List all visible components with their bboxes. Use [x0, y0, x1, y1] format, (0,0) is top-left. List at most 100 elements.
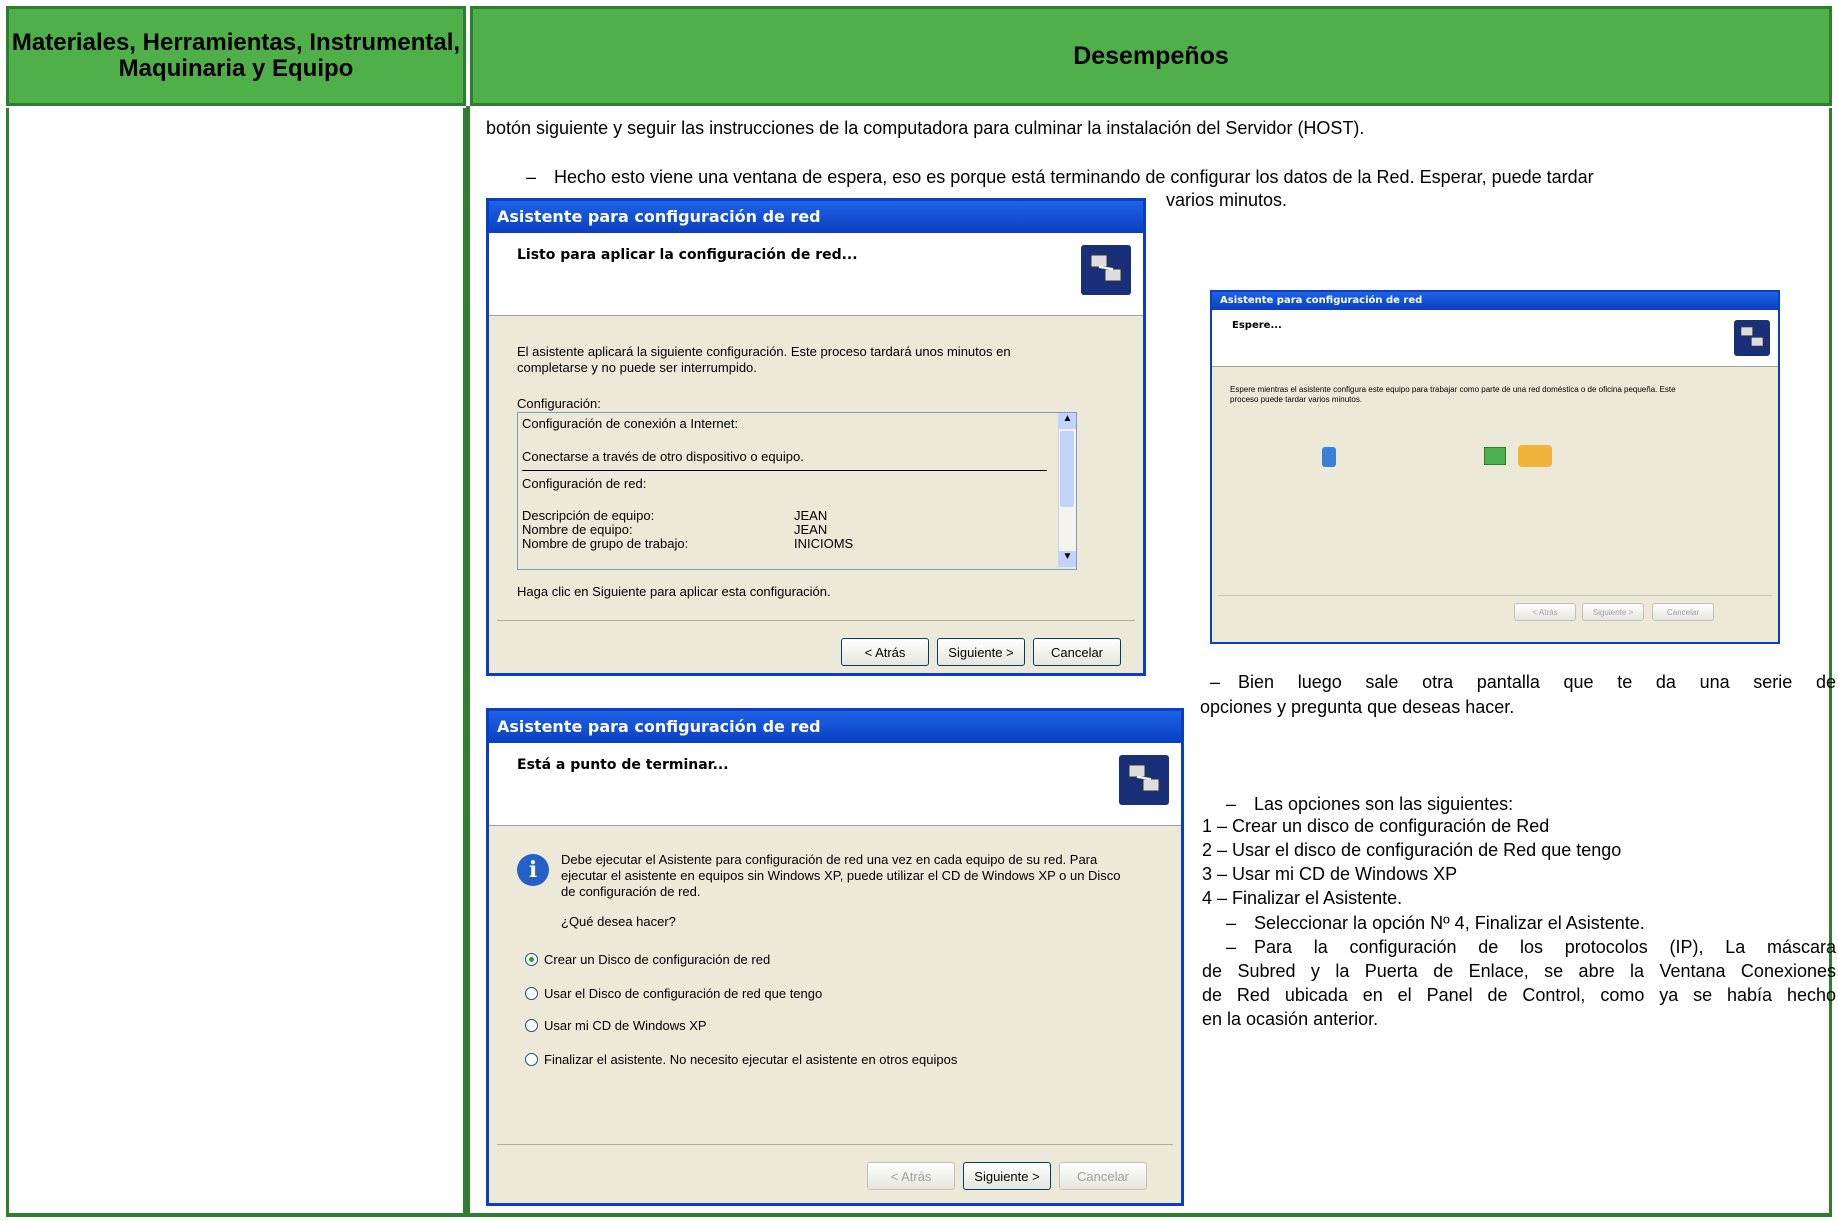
option-item-3: 3 – Usar mi CD de Windows XP — [1202, 864, 1458, 884]
monitor-icon — [1484, 447, 1506, 465]
radio-label: Crear un Disco de configuración de red — [544, 952, 771, 967]
paragraph-protocols-line2: de Subred y la Puerta de Enlace, se abre… — [1202, 961, 1836, 981]
config-value-workgroup: INICIOMS — [794, 536, 854, 551]
back-button[interactable]: < Atrás — [867, 1162, 955, 1190]
dialog-title: Asistente para configuración de red — [1212, 292, 1778, 310]
dialog-body: Espere mientras el asistente configura e… — [1212, 367, 1778, 643]
bullet-dash: – — [1210, 672, 1221, 692]
network-wizard-icon — [1734, 320, 1770, 356]
radio-button[interactable] — [525, 987, 538, 1000]
cancel-button[interactable]: Cancelar — [1033, 638, 1121, 666]
paragraph-options-continued: opciones y pregunta que deseas hacer. — [1200, 697, 1515, 717]
dialog-heading: Listo para aplicar la configuración de r… — [517, 247, 858, 263]
config-key-description: Descripción de equipo: — [522, 508, 655, 523]
radio-button[interactable] — [525, 1019, 538, 1032]
radio-button[interactable] — [525, 1053, 538, 1066]
dialog-header: Está a punto de terminar... — [489, 743, 1181, 826]
header-materials: Materiales, Herramientas, Instrumental, … — [6, 6, 466, 106]
paragraph-wait: – Hecho esto viene una ventana de espera,… — [526, 167, 1826, 188]
button-separator — [497, 1144, 1173, 1145]
bullet-dash: – — [1226, 794, 1237, 814]
info-text: Debe ejecutar el Asistente para configur… — [561, 852, 1121, 899]
intro-line: botón siguiente y seguir las instruccion… — [486, 118, 1365, 138]
back-button[interactable]: < Atrás — [1514, 603, 1576, 621]
option-item-1: 1 – Crear un disco de configuración de R… — [1202, 816, 1550, 836]
button-separator — [1218, 595, 1772, 596]
bullet-dash: – — [1226, 913, 1237, 933]
config-key-name: Nombre de equipo: — [522, 522, 633, 537]
vertical-scrollbar[interactable]: ▲ ▼ — [1058, 413, 1076, 567]
network-home-icon — [1518, 445, 1552, 467]
table-bottom-border — [6, 1214, 1832, 1217]
dialog-intro: El asistente aplicará la siguiente confi… — [517, 344, 1011, 375]
option-item-4: 4 – Finalizar el Asistente. — [1202, 888, 1403, 908]
radio-use-cd[interactable]: Usar mi CD de Windows XP — [525, 1018, 707, 1033]
wizard-dialog-finish: Asistente para configuración de red Está… — [486, 708, 1184, 1206]
dialog-title: Asistente para configuración de red — [489, 711, 1181, 743]
next-button[interactable]: Siguiente > — [963, 1162, 1051, 1190]
dialog-heading: Espere... — [1232, 320, 1282, 331]
config-value-name: JEAN — [794, 522, 828, 537]
computer-icon — [1322, 447, 1336, 467]
config-listbox[interactable]: Configuración de conexión a Internet: Co… — [517, 412, 1077, 570]
column-divider — [466, 106, 470, 1216]
back-button[interactable]: < Atrás — [841, 638, 929, 666]
scroll-down-arrow-icon[interactable]: ▼ — [1059, 551, 1076, 567]
radio-finish[interactable]: Finalizar el asistente. No necesito ejec… — [525, 1052, 957, 1067]
paragraph-protocols-line4: en la ocasión anterior. — [1202, 1009, 1379, 1029]
scrollbar-thumb[interactable] — [1060, 431, 1074, 507]
config-label: Configuración: — [517, 396, 601, 411]
dialog-heading: Está a punto de terminar... — [517, 757, 729, 773]
config-value-description: JEAN — [794, 508, 828, 523]
paragraph-wait-text: Hecho esto viene una ventana de espera, … — [554, 167, 1594, 187]
radio-button-selected[interactable] — [525, 953, 538, 966]
cancel-button[interactable]: Cancelar — [1059, 1162, 1147, 1190]
header-materials-text: Materiales, Herramientas, Instrumental, … — [11, 29, 461, 82]
config-keys: Descripción de equipo: Nombre de equipo:… — [522, 509, 688, 551]
dialog-body: i Debe ejecutar el Asistente para config… — [489, 826, 1181, 1204]
paragraph-protocols-text: Para la configuración de los protocolos … — [1254, 937, 1836, 957]
dialog-footer-text: Haga clic en Siguiente para aplicar esta… — [517, 584, 831, 599]
question-text: ¿Qué desea hacer? — [561, 914, 676, 929]
scroll-up-arrow-icon[interactable]: ▲ — [1059, 413, 1076, 429]
options-heading: – Las opciones son las siguientes: — [1226, 794, 1513, 815]
info-icon: i — [517, 854, 549, 886]
bullet-dash: – — [526, 167, 537, 187]
dialog-header: Espere... — [1212, 310, 1778, 367]
network-wizard-icon — [1081, 245, 1131, 295]
paragraph-select-text: Seleccionar la opción Nº 4, Finalizar el… — [1254, 913, 1645, 933]
config-values: JEAN JEAN INICIOMS — [794, 509, 853, 551]
dialog-body: El asistente aplicará la siguiente confi… — [489, 316, 1143, 674]
radio-create-disk[interactable]: Crear un Disco de configuración de red — [525, 952, 770, 967]
dialog-header: Listo para aplicar la configuración de r… — [489, 233, 1143, 316]
paragraph-wait-continued: varios minutos. — [1166, 190, 1288, 210]
header-performance: Desempeños — [470, 6, 1832, 106]
wizard-dialog-ready: Asistente para configuración de red List… — [486, 198, 1146, 676]
config-line-connect: Conectarse a través de otro dispositivo … — [522, 449, 804, 464]
paragraph-options-intro: – Bien luego sale otra pantalla que te da… — [1210, 672, 1836, 693]
next-button[interactable]: Siguiente > — [1582, 603, 1644, 621]
config-line-network: Configuración de red: — [522, 476, 647, 491]
option-item-2: 2 – Usar el disco de configuración de Re… — [1202, 840, 1622, 860]
radio-label: Finalizar el asistente. No necesito ejec… — [544, 1052, 958, 1067]
button-separator — [497, 620, 1135, 621]
config-separator — [522, 470, 1047, 471]
config-line-internet: Configuración de conexión a Internet: — [522, 416, 739, 431]
wizard-dialog-wait: Asistente para configuración de red Espe… — [1210, 290, 1780, 644]
options-heading-text: Las opciones son las siguientes: — [1254, 794, 1514, 814]
header-performance-text: Desempeños — [1073, 41, 1229, 70]
paragraph-select: – Seleccionar la opción Nº 4, Finalizar e… — [1226, 913, 1645, 934]
dialog-intro: Espere mientras el asistente configura e… — [1230, 385, 1676, 404]
materials-column — [6, 108, 466, 1216]
config-key-workgroup: Nombre de grupo de trabajo: — [522, 536, 689, 551]
bullet-dash: – — [1226, 937, 1237, 957]
paragraph-protocols-line3: de Red ubicada en el Panel de Control, c… — [1202, 985, 1836, 1005]
network-wizard-icon — [1119, 755, 1169, 805]
dialog-title: Asistente para configuración de red — [489, 201, 1143, 233]
radio-label: Usar el Disco de configuración de red qu… — [544, 986, 823, 1001]
next-button[interactable]: Siguiente > — [937, 638, 1025, 666]
paragraph-protocols: – Para la configuración de los protocolos… — [1226, 937, 1836, 958]
radio-use-disk[interactable]: Usar el Disco de configuración de red qu… — [525, 986, 822, 1001]
cancel-button[interactable]: Cancelar — [1652, 603, 1714, 621]
radio-label: Usar mi CD de Windows XP — [544, 1018, 707, 1033]
